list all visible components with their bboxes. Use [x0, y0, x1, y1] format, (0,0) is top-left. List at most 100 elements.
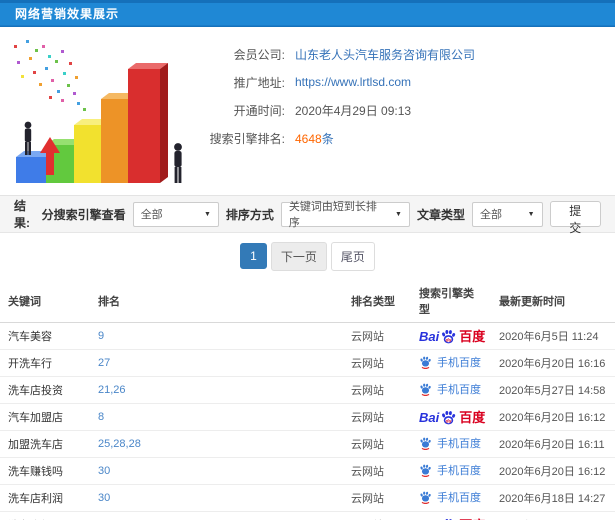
rank-link[interactable]: 27: [98, 357, 110, 369]
baidu-logo-bai-text: Bai: [419, 409, 440, 425]
baidu-mobile-logo: 手机百度: [419, 462, 481, 478]
article-filter-label: 文章类型: [416, 207, 465, 222]
header-update-time: 最新更新时间: [491, 279, 615, 323]
next-page-button[interactable]: 下一页: [270, 241, 327, 271]
seo-rank-unit: 条: [321, 131, 334, 146]
update-time-cell: 2020年5月27日 14:58: [499, 385, 606, 397]
header-rank: 排名: [90, 279, 343, 323]
rank-link[interactable]: 21,26: [98, 384, 126, 396]
header-engine-type: 搜索引擎类型: [411, 279, 491, 323]
header-keyword: 关键词: [0, 279, 90, 323]
bar-red: [128, 63, 168, 183]
keyword-cell: 汽车美容: [0, 322, 90, 350]
update-time-cell: 2020年6月20日 16:16: [499, 358, 606, 370]
baidu-mobile-logo: 手机百度: [419, 435, 481, 451]
sort-filter-select[interactable]: 关键词由短到长排序 ▼: [280, 201, 410, 229]
mobile-baidu-label: 手机百度: [437, 384, 481, 397]
table-row: 汽车美容 9 云网站 Bai du 百度 2020年6月5日 11:24: [0, 322, 615, 350]
svg-text:du: du: [446, 418, 452, 424]
keyword-cell: 开洗车行: [0, 349, 90, 377]
member-company-row: 会员公司: 山东老人头汽车服务咨询有限公司: [187, 40, 475, 68]
results-table: 关键词 排名 排名类型 搜索引擎类型 最新更新时间 汽车美容 9 云网站 Bai…: [0, 279, 615, 520]
update-time-cell: 2020年6月20日 16:11: [499, 439, 605, 451]
baidu-mobile-logo: 手机百度: [419, 381, 481, 397]
seo-rank-count: 4648: [295, 131, 322, 146]
rank-link[interactable]: 30: [98, 492, 110, 504]
results-table-body: 汽车美容 9 云网站 Bai du 百度 2020年6月5日 11:24 开洗车…: [0, 322, 615, 520]
rank-type-cell: 云网站: [351, 331, 384, 343]
mobile-baidu-label: 手机百度: [437, 438, 481, 451]
baidu-logo-cn-text: 百度: [459, 328, 486, 344]
baidu-pc-logo: Bai du 百度: [419, 329, 485, 344]
sort-filter-value: 关键词由短到长排序: [288, 201, 377, 229]
mobile-baidu-label: 手机百度: [437, 492, 481, 505]
page-title: 网络营销效果展示: [15, 7, 120, 21]
article-filter-select[interactable]: 全部 ▼: [471, 201, 543, 227]
last-page-button[interactable]: 尾页: [330, 241, 375, 271]
baidu-logo-cn-text: 百度: [459, 409, 486, 425]
table-row: 开洗车行 27 云网站 手机百度 2020年6月20日 16:16: [0, 349, 615, 377]
baidu-mobile-logo: 手机百度: [419, 354, 481, 370]
table-row: 加盟洗车店 25,28,28 云网站 手机百度 2020年6月20日 16:11: [0, 430, 615, 458]
mobile-baidu-paw-icon: [420, 491, 431, 504]
update-time-cell: 2020年6月20日 16:12: [499, 412, 606, 424]
mobile-baidu-paw-icon: [420, 437, 431, 450]
table-row: 洗车店利润 30 云网站 手机百度 2020年6月18日 14:27: [0, 484, 615, 512]
table-row: 汽车加盟店 8 云网站 Bai du 百度 2020年6月20日 16:12: [0, 403, 615, 431]
mobile-baidu-paw-icon: [420, 464, 431, 477]
keyword-cell: 洗车店投资: [0, 376, 90, 404]
keyword-cell: 洗车店加盟: [0, 511, 90, 520]
baidu-logo-bai-text: Bai: [419, 328, 440, 344]
rank-link[interactable]: 9: [98, 330, 104, 342]
rank-link[interactable]: 8: [98, 411, 104, 423]
sort-filter-label: 排序方式: [225, 207, 274, 222]
table-row: 洗车店加盟 3 云网站 Bai du 百度 2020年6月18日 14:30: [0, 511, 615, 520]
open-time-label: 开通时间:: [233, 103, 285, 118]
article-filter-value: 全部: [479, 209, 502, 221]
baidu-paw-icon: du: [442, 410, 456, 424]
rank-type-cell: 云网站: [351, 439, 384, 451]
update-time-cell: 2020年6月5日 11:24: [499, 331, 599, 343]
filter-bar: 结果: 分搜索引擎查看 全部 ▼ 排序方式 关键词由短到长排序 ▼ 文章类型 全…: [0, 195, 615, 235]
update-time-cell: 2020年6月20日 16:12: [499, 466, 606, 478]
table-row: 洗车赚钱吗 30 云网站 手机百度 2020年6月20日 16:12: [0, 457, 615, 485]
header-rank-type: 排名类型: [343, 279, 411, 323]
engine-filter-label: 分搜索引擎查看: [41, 207, 126, 222]
rank-type-cell: 云网站: [351, 385, 384, 397]
rank-type-cell: 云网站: [351, 493, 384, 505]
seo-rank-row: 搜索引擎排名: 4648条: [187, 124, 475, 152]
member-company-label: 会员公司:: [233, 47, 285, 62]
pagination: 1 下一页 尾页: [0, 233, 615, 279]
page-button-current[interactable]: 1: [240, 243, 267, 269]
mobile-baidu-paw-icon: [420, 383, 431, 396]
update-time-cell: 2020年6月18日 14:27: [499, 493, 606, 505]
account-info-section: 会员公司: 山东老人头汽车服务咨询有限公司 推广地址: https://www.…: [0, 27, 615, 195]
result-label: 结果:: [14, 199, 30, 230]
keyword-cell: 加盟洗车店: [0, 430, 90, 458]
open-time-value: 2020年4月29日 09:13: [295, 103, 412, 118]
mobile-baidu-label: 手机百度: [437, 357, 481, 370]
promo-url-label: 推广地址:: [233, 75, 285, 90]
keyword-cell: 洗车赚钱吗: [0, 457, 90, 485]
svg-text:du: du: [446, 337, 452, 343]
rank-type-cell: 云网站: [351, 466, 384, 478]
member-company-link[interactable]: 山东老人头汽车服务咨询有限公司: [295, 46, 475, 63]
engine-filter-select[interactable]: 全部 ▼: [132, 201, 219, 227]
submit-button[interactable]: 提交: [549, 201, 601, 235]
engine-filter-value: 全部: [140, 209, 163, 221]
rank-link[interactable]: 30: [98, 465, 110, 477]
chevron-down-icon: ▼: [203, 210, 211, 218]
promo-url-link[interactable]: https://www.lrtlsd.com: [295, 75, 411, 89]
baidu-paw-icon: du: [442, 329, 456, 343]
bar-chart-growth-illustration: [14, 40, 182, 183]
rank-link[interactable]: 25,28,28: [98, 438, 141, 450]
filter-controls: 分搜索引擎查看 全部 ▼ 排序方式 关键词由短到长排序 ▼ 文章类型 全部 ▼ …: [41, 201, 601, 235]
baidu-mobile-logo: 手机百度: [419, 489, 481, 505]
account-info-list: 会员公司: 山东老人头汽车服务咨询有限公司 推广地址: https://www.…: [187, 27, 475, 195]
mobile-baidu-paw-icon: [420, 356, 431, 369]
open-time-row: 开通时间: 2020年4月29日 09:13: [187, 96, 475, 124]
businessman-figure-right: [174, 143, 182, 183]
businessman-figure-left: [24, 121, 32, 155]
table-row: 洗车店投资 21,26 云网站 手机百度 2020年5月27日 14:58: [0, 376, 615, 404]
promo-url-row: 推广地址: https://www.lrtlsd.com: [187, 68, 475, 96]
